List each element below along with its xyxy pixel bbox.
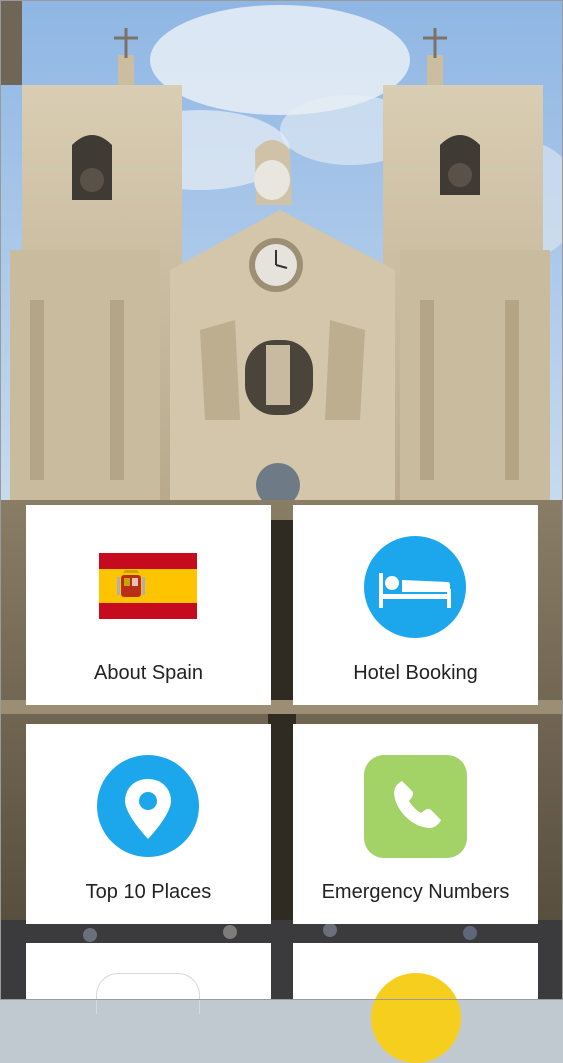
bed-icon (364, 536, 466, 638)
location-pin-icon (97, 755, 199, 857)
phone-icon (364, 755, 467, 858)
spain-flag-icon (99, 553, 197, 619)
about-spain-tile[interactable]: About Spain (26, 505, 271, 705)
emergency-numbers-label: Emergency Numbers (321, 881, 510, 903)
emergency-numbers-tile[interactable]: Emergency Numbers (293, 724, 538, 924)
partial-tile-right[interactable] (293, 943, 538, 1063)
about-spain-label: About Spain (94, 662, 203, 684)
hotel-booking-tile[interactable]: Hotel Booking (293, 505, 538, 705)
partial-icon (371, 973, 461, 1063)
partial-tile-left[interactable] (26, 943, 271, 1014)
top-10-places-label: Top 10 Places (85, 881, 212, 903)
partial-icon (96, 973, 200, 1014)
top-10-places-tile[interactable]: Top 10 Places (26, 724, 271, 924)
hotel-booking-label: Hotel Booking (353, 662, 478, 684)
